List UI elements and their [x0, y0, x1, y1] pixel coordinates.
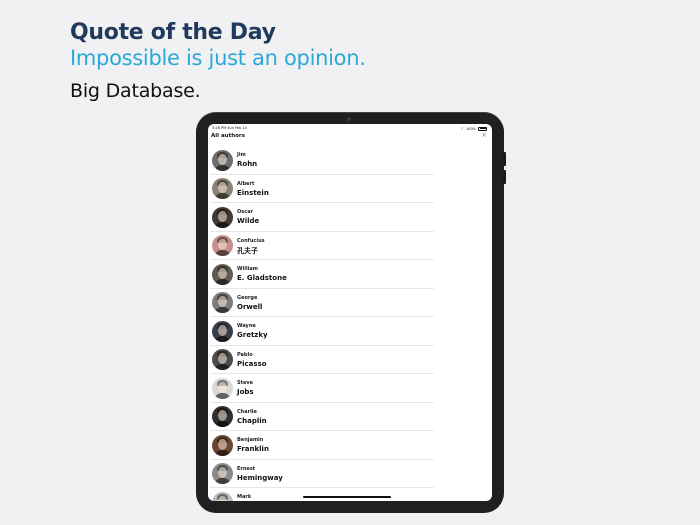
author-row[interactable]: Mark — [210, 488, 434, 501]
author-first-name: Oscar — [237, 209, 254, 215]
author-first-name: George — [237, 294, 258, 301]
promo-subtitle: Impossible is just an opinion. — [70, 46, 366, 70]
author-last-name: Picasso — [237, 359, 267, 368]
volume-up-button — [503, 152, 506, 166]
author-row[interactable]: Confucius 孔夫子 — [210, 232, 434, 260]
tablet-device: 3:28 PM Sun Feb 14 ⌔ 100% All authors × … — [196, 112, 506, 513]
author-last-name: Hemingway — [237, 473, 283, 482]
author-list: Jim Rohn Albert Einstein Oscar Wilde Confucius… — [208, 146, 434, 501]
camera-icon — [347, 117, 351, 121]
author-first-name: Mark — [237, 494, 252, 500]
author-row[interactable]: Ernest Hemingway — [210, 460, 434, 488]
author-avatar — [212, 491, 233, 501]
author-last-name: Rohn — [237, 160, 258, 168]
wifi-icon: ⌔ — [460, 125, 464, 131]
author-avatar — [212, 406, 233, 427]
author-avatar — [212, 206, 233, 228]
promo-tagline: Big Database. — [70, 80, 201, 102]
author-row[interactable]: Wayne Gretzky — [210, 317, 434, 346]
author-row[interactable]: Charlie Chaplin — [210, 403, 434, 431]
author-avatar — [212, 292, 233, 313]
author-first-name: Confucius — [237, 237, 265, 244]
author-row[interactable]: Jim Rohn — [210, 146, 434, 175]
author-row[interactable]: Steve Jobs — [210, 374, 434, 403]
author-row[interactable]: Benjamin Franklin — [210, 431, 434, 460]
author-first-name: Ernest — [237, 465, 256, 472]
author-avatar — [212, 320, 233, 342]
author-first-name: Benjamin — [237, 437, 264, 443]
author-first-name: Pablo — [237, 351, 253, 358]
author-first-name: William — [237, 266, 258, 272]
status-bar: 3:28 PM Sun Feb 14 ⌔ 100% — [208, 124, 492, 132]
author-last-name: E. Gladstone — [237, 274, 287, 282]
author-last-name: 孔夫子 — [237, 246, 258, 255]
author-avatar — [212, 349, 233, 370]
author-avatar — [212, 235, 233, 256]
author-last-name: Wilde — [237, 217, 260, 225]
promo-title: Quote of the Day — [70, 20, 276, 45]
home-indicator[interactable] — [303, 496, 391, 498]
author-row[interactable]: William E. Gladstone — [210, 260, 434, 289]
author-avatar — [212, 463, 233, 484]
battery-icon — [478, 126, 487, 131]
author-last-name: Chaplin — [237, 416, 267, 425]
author-avatar — [212, 263, 233, 285]
author-first-name: Albert — [237, 180, 255, 187]
nav-title: All authors — [211, 133, 245, 139]
author-last-name: Jobs — [237, 388, 254, 396]
close-icon[interactable]: × — [481, 131, 487, 139]
author-first-name: Steve — [237, 380, 254, 386]
author-last-name: Gretzky — [237, 331, 268, 339]
device-screen: 3:28 PM Sun Feb 14 ⌔ 100% All authors × … — [208, 124, 492, 501]
author-first-name: Wayne — [237, 323, 256, 329]
author-avatar — [212, 377, 233, 399]
author-avatar — [212, 178, 233, 199]
author-last-name: Einstein — [237, 188, 269, 197]
author-row[interactable]: Albert Einstein — [210, 175, 434, 203]
author-row[interactable]: George Orwell — [210, 289, 434, 317]
author-first-name: Jim — [237, 152, 246, 158]
author-row[interactable]: Oscar Wilde — [210, 203, 434, 232]
author-avatar — [212, 149, 233, 171]
battery-percent: 100% — [465, 126, 476, 131]
author-last-name: Franklin — [237, 445, 269, 453]
author-row[interactable]: Pablo Picasso — [210, 346, 434, 374]
author-avatar — [212, 434, 233, 456]
author-first-name: Charlie — [237, 408, 257, 415]
author-last-name: Orwell — [237, 302, 263, 311]
volume-down-button — [503, 170, 506, 184]
status-time: 3:28 PM Sun Feb 14 — [212, 126, 247, 130]
